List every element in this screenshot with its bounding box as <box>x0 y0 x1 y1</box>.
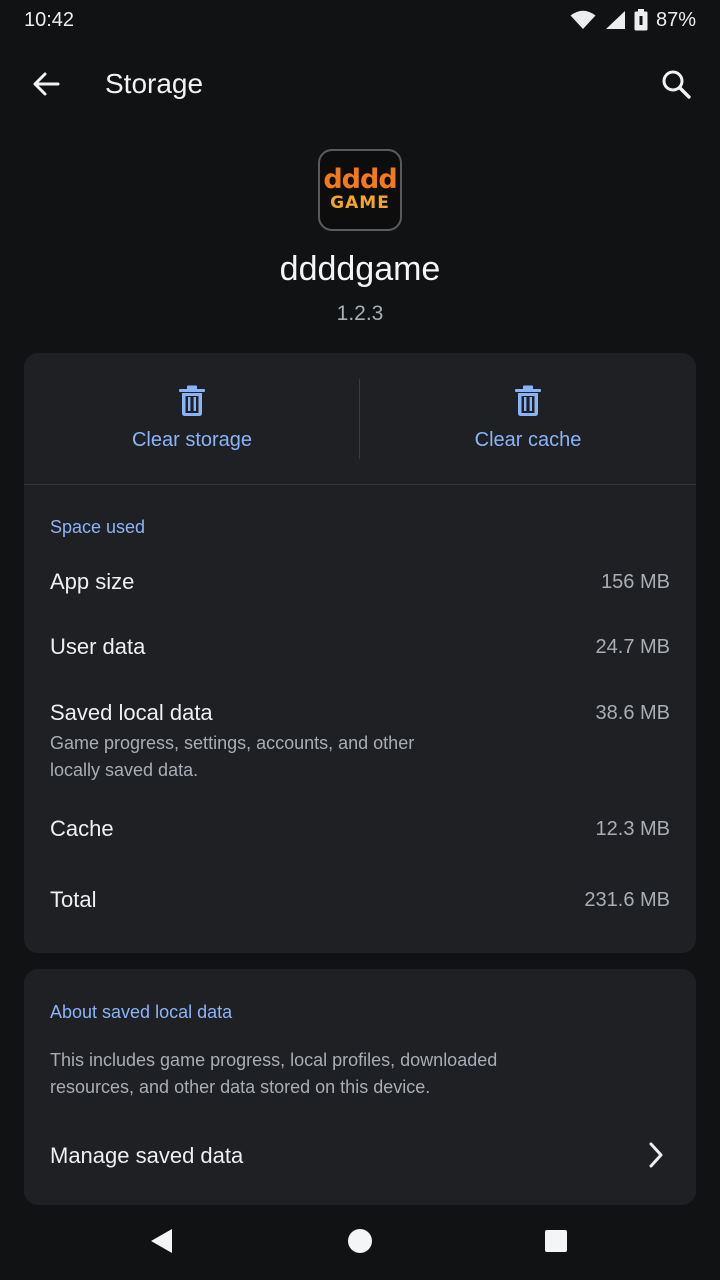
row-value: 38.6 MB <box>595 702 670 724</box>
manage-saved-data-label: Manage saved data <box>50 1143 244 1168</box>
about-description: This includes game progress, local profi… <box>50 1050 498 1097</box>
row-value: 231.6 MB <box>584 889 670 911</box>
storage-row-saved-local-data: Saved local data 38.6 MB Game progress, … <box>50 700 670 784</box>
nav-recents-button[interactable] <box>532 1223 580 1263</box>
battery-icon <box>634 9 648 31</box>
storage-row-app-size: App size 156 MB <box>50 569 670 595</box>
clear-cache-button[interactable]: Clear cache <box>360 353 696 484</box>
chevron-right-icon <box>646 1141 666 1174</box>
about-saved-data-card: About saved local data This includes gam… <box>24 969 696 1205</box>
storage-screen: 10:42 87% Storage dddd GAME ddddgame 1.2… <box>0 0 720 1280</box>
nav-recents-icon <box>544 1229 568 1258</box>
storage-row-total: Total 231.6 MB <box>50 887 670 913</box>
nav-home-icon <box>347 1228 373 1259</box>
arrow-back-icon <box>31 69 61 104</box>
storage-row-cache: Cache 12.3 MB <box>50 816 670 842</box>
app-logo-text-bottom: GAME <box>330 193 390 213</box>
wifi-icon <box>570 10 596 30</box>
app-name: ddddgame <box>279 250 441 288</box>
manage-saved-data-button[interactable]: Manage saved data <box>24 1129 696 1185</box>
trash-icon <box>178 385 206 422</box>
status-bar: 10:42 87% <box>0 0 720 40</box>
storage-actions: Clear storage Clear cache <box>24 353 696 484</box>
nav-back-button[interactable] <box>138 1223 186 1263</box>
nav-back-icon <box>150 1228 174 1259</box>
status-icons: 87% <box>570 9 696 32</box>
trash-icon <box>514 385 542 422</box>
cellular-signal-icon <box>604 10 626 30</box>
row-value: 24.7 MB <box>595 636 670 658</box>
about-heading: About saved local data <box>50 1002 233 1022</box>
card-divider <box>24 484 696 485</box>
app-logo-text-top: dddd <box>323 164 397 195</box>
system-nav-bar <box>0 1205 720 1280</box>
back-button[interactable] <box>22 62 70 110</box>
row-description: Game progress, settings, accounts, and o… <box>50 733 415 780</box>
battery-percent: 87% <box>655 8 696 31</box>
clear-cache-label: Clear cache <box>474 429 582 451</box>
clear-storage-label: Clear storage <box>131 429 253 451</box>
search-icon <box>660 68 692 105</box>
search-button[interactable] <box>652 62 700 110</box>
status-time: 10:42 <box>24 8 75 31</box>
row-label: Cache <box>50 816 114 841</box>
nav-home-button[interactable] <box>336 1223 384 1263</box>
storage-card: Clear storage Clear cache Space used App… <box>24 353 696 953</box>
row-label: Saved local data <box>50 700 213 725</box>
app-version: 1.2.3 <box>336 302 384 325</box>
app-logo: dddd GAME <box>318 149 402 231</box>
row-label: Total <box>50 887 97 912</box>
page-title: Storage <box>105 68 204 99</box>
storage-row-user-data: User data 24.7 MB <box>50 634 670 660</box>
row-value: 12.3 MB <box>595 818 670 840</box>
action-divider <box>359 379 360 459</box>
app-bar: Storage <box>0 44 720 124</box>
row-value: 156 MB <box>601 571 670 593</box>
clear-storage-button[interactable]: Clear storage <box>24 353 360 484</box>
row-label: App size <box>50 569 135 594</box>
space-used-heading: Space used <box>50 517 146 537</box>
row-label: User data <box>50 634 146 659</box>
